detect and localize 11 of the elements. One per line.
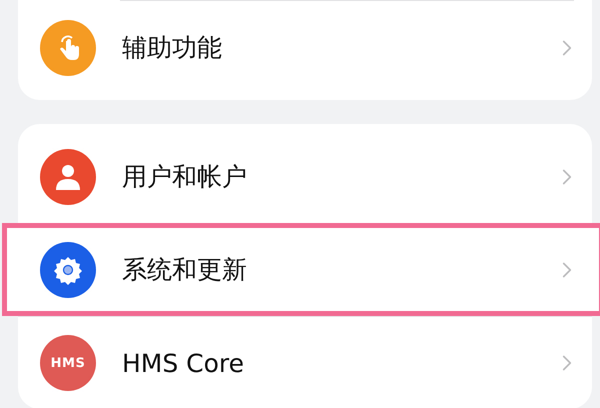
settings-item[interactable]: 用户和帐户 [18, 130, 592, 223]
settings-item[interactable]: HMS HMS Core [18, 316, 592, 408]
item-label: 系统和更新 [122, 254, 248, 286]
settings-item[interactable]: 系统和更新 [2, 223, 600, 316]
settings-item[interactable]: 辅助功能 [18, 1, 592, 94]
item-label: 用户和帐户 [122, 161, 248, 193]
gear-icon [53, 254, 83, 284]
item-label: 辅助功能 [122, 32, 223, 64]
item-label: HMS Core [122, 348, 246, 378]
badge-text: HMS [50, 356, 86, 370]
person-icon [54, 162, 82, 190]
